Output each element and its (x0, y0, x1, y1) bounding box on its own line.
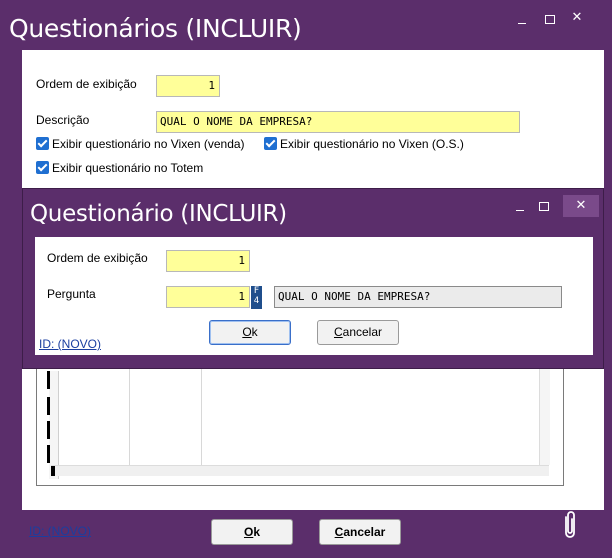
dialog-ok-button[interactable]: Ok (209, 320, 291, 345)
dialog-minimize-button[interactable] (510, 199, 530, 215)
ordem-exibicao-input[interactable]: 1 (156, 75, 220, 97)
maximize-icon (539, 202, 549, 211)
dialog-maximize-button[interactable] (536, 199, 552, 215)
cancelar-mnemonic: C (334, 525, 344, 539)
ordem-exibicao-label: Ordem de exibição (36, 77, 137, 91)
ok-label: k (253, 525, 261, 539)
grid-column-divider (201, 361, 202, 467)
grid-row-marker (47, 397, 50, 415)
exibir-totem-checkbox[interactable] (36, 161, 49, 174)
grid-vertical-scrollbar[interactable] (539, 361, 550, 465)
window-titlebar[interactable]: Questionários (INCLUIR) ✕ (0, 0, 612, 50)
grid-horizontal-scrollbar[interactable] (51, 465, 549, 476)
grid-column-divider (129, 361, 130, 467)
maximize-button[interactable] (542, 12, 558, 28)
f4-key-label: F4 (253, 286, 260, 306)
questionarios-window: Questionários (INCLUIR) ✕ Ordem de exibi… (0, 0, 612, 558)
close-button[interactable]: ✕ (566, 10, 588, 30)
dialog-ok-mnemonic: O (242, 325, 252, 339)
grid-scroll-thumb[interactable] (51, 466, 55, 476)
perguntas-grid[interactable] (36, 360, 564, 486)
cancelar-label: ancelar (343, 525, 386, 539)
exibir-vixen-os-label[interactable]: Exibir questionário no Vixen (O.S.) (280, 137, 464, 151)
dialog-cancelar-label: ancelar (342, 325, 383, 339)
pergunta-texto-field: QUAL O NOME DA EMPRESA? (274, 286, 562, 308)
dialog-ok-label: k (251, 325, 258, 339)
id-novo-link[interactable]: ID: (NOVO) (29, 524, 91, 538)
exibir-totem-label[interactable]: Exibir questionário no Totem (52, 161, 203, 175)
window-title: Questionários (INCLUIR) (9, 14, 302, 43)
exibir-vixen-os-checkbox[interactable] (264, 137, 277, 150)
descricao-input[interactable]: QUAL O NOME DA EMPRESA? (156, 111, 520, 133)
grid-row-marker (47, 445, 50, 463)
descricao-label: Descrição (36, 113, 90, 127)
minimize-icon (516, 210, 524, 211)
minimize-button[interactable] (512, 12, 532, 28)
dialog-close-button[interactable]: ✕ (563, 195, 599, 217)
dialog-cancelar-mnemonic: C (333, 325, 343, 339)
dialog-ordem-label: Ordem de exibição (47, 251, 148, 265)
minimize-icon (518, 23, 526, 24)
pergunta-label: Pergunta (47, 287, 96, 301)
close-icon: ✕ (571, 10, 583, 25)
dialog-cancelar-button[interactable]: Cancelar (317, 320, 399, 345)
dialog-title: Questionário (INCLUIR) (30, 201, 287, 227)
dialog-ordem-input[interactable]: 1 (166, 250, 250, 272)
grid-row-marker (47, 371, 50, 389)
ok-button[interactable]: Ok (211, 519, 293, 545)
ok-mnemonic: O (243, 525, 254, 539)
grid-row-indicator-column (49, 371, 59, 479)
questionario-incluir-dialog: Questionário (INCLUIR) ✕ Ordem de exibiç… (22, 188, 604, 369)
grid-row-marker (47, 421, 50, 439)
maximize-icon (545, 15, 555, 24)
dialog-form: Ordem de exibição 1 Pergunta 1 F4 QUAL O… (35, 237, 593, 355)
close-icon: ✕ (575, 198, 587, 213)
dialog-id-novo-link[interactable]: ID: (NOVO) (39, 337, 101, 351)
exibir-vixen-venda-label[interactable]: Exibir questionário no Vixen (venda) (52, 137, 245, 151)
exibir-vixen-venda-checkbox[interactable] (36, 137, 49, 150)
cancelar-button[interactable]: Cancelar (319, 519, 401, 545)
paperclip-icon[interactable] (559, 509, 581, 541)
f4-lookup-button[interactable]: F4 (251, 286, 262, 309)
pergunta-codigo-input[interactable]: 1 (166, 286, 250, 308)
